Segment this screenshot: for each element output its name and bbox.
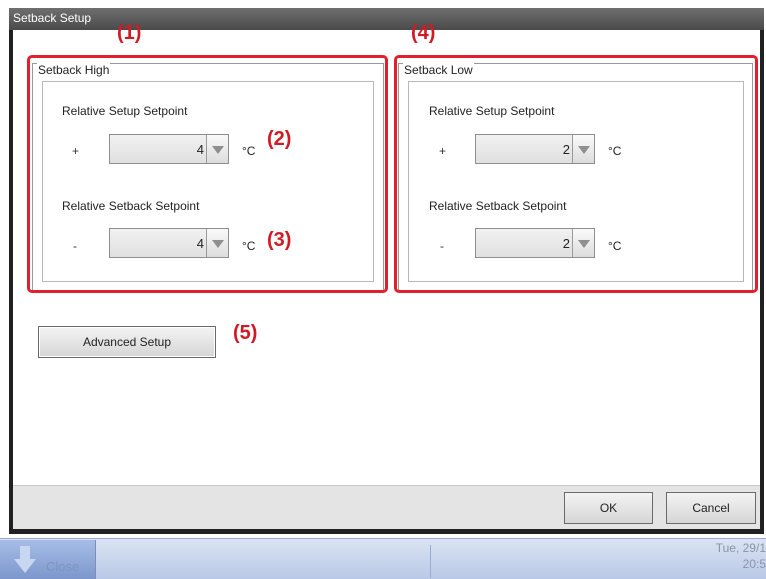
dialog-footer: OK Cancel: [13, 485, 760, 529]
callout-2: (2): [267, 128, 292, 150]
cancel-button[interactable]: Cancel: [666, 492, 756, 524]
taskbar-time: 20:5: [742, 557, 766, 571]
callout-5: (5): [233, 322, 258, 344]
ok-button[interactable]: OK: [564, 492, 653, 524]
callout-box-1: [27, 55, 388, 293]
taskbar-divider: [430, 545, 431, 578]
taskbar-date: Tue, 29/1: [715, 541, 766, 555]
taskbar-close-label: Close: [46, 559, 80, 574]
callout-1: (1): [117, 22, 142, 44]
window-title: Setback Setup: [13, 11, 92, 25]
callout-3: (3): [267, 229, 292, 251]
callout-4: (4): [411, 22, 436, 44]
callout-box-4: [394, 55, 758, 293]
advanced-setup-button[interactable]: Advanced Setup: [38, 326, 216, 358]
taskbar: Close Tue, 29/1 20:5: [0, 538, 766, 579]
taskbar-close-button[interactable]: Close: [0, 540, 96, 579]
arrow-down-icon: [14, 546, 36, 573]
